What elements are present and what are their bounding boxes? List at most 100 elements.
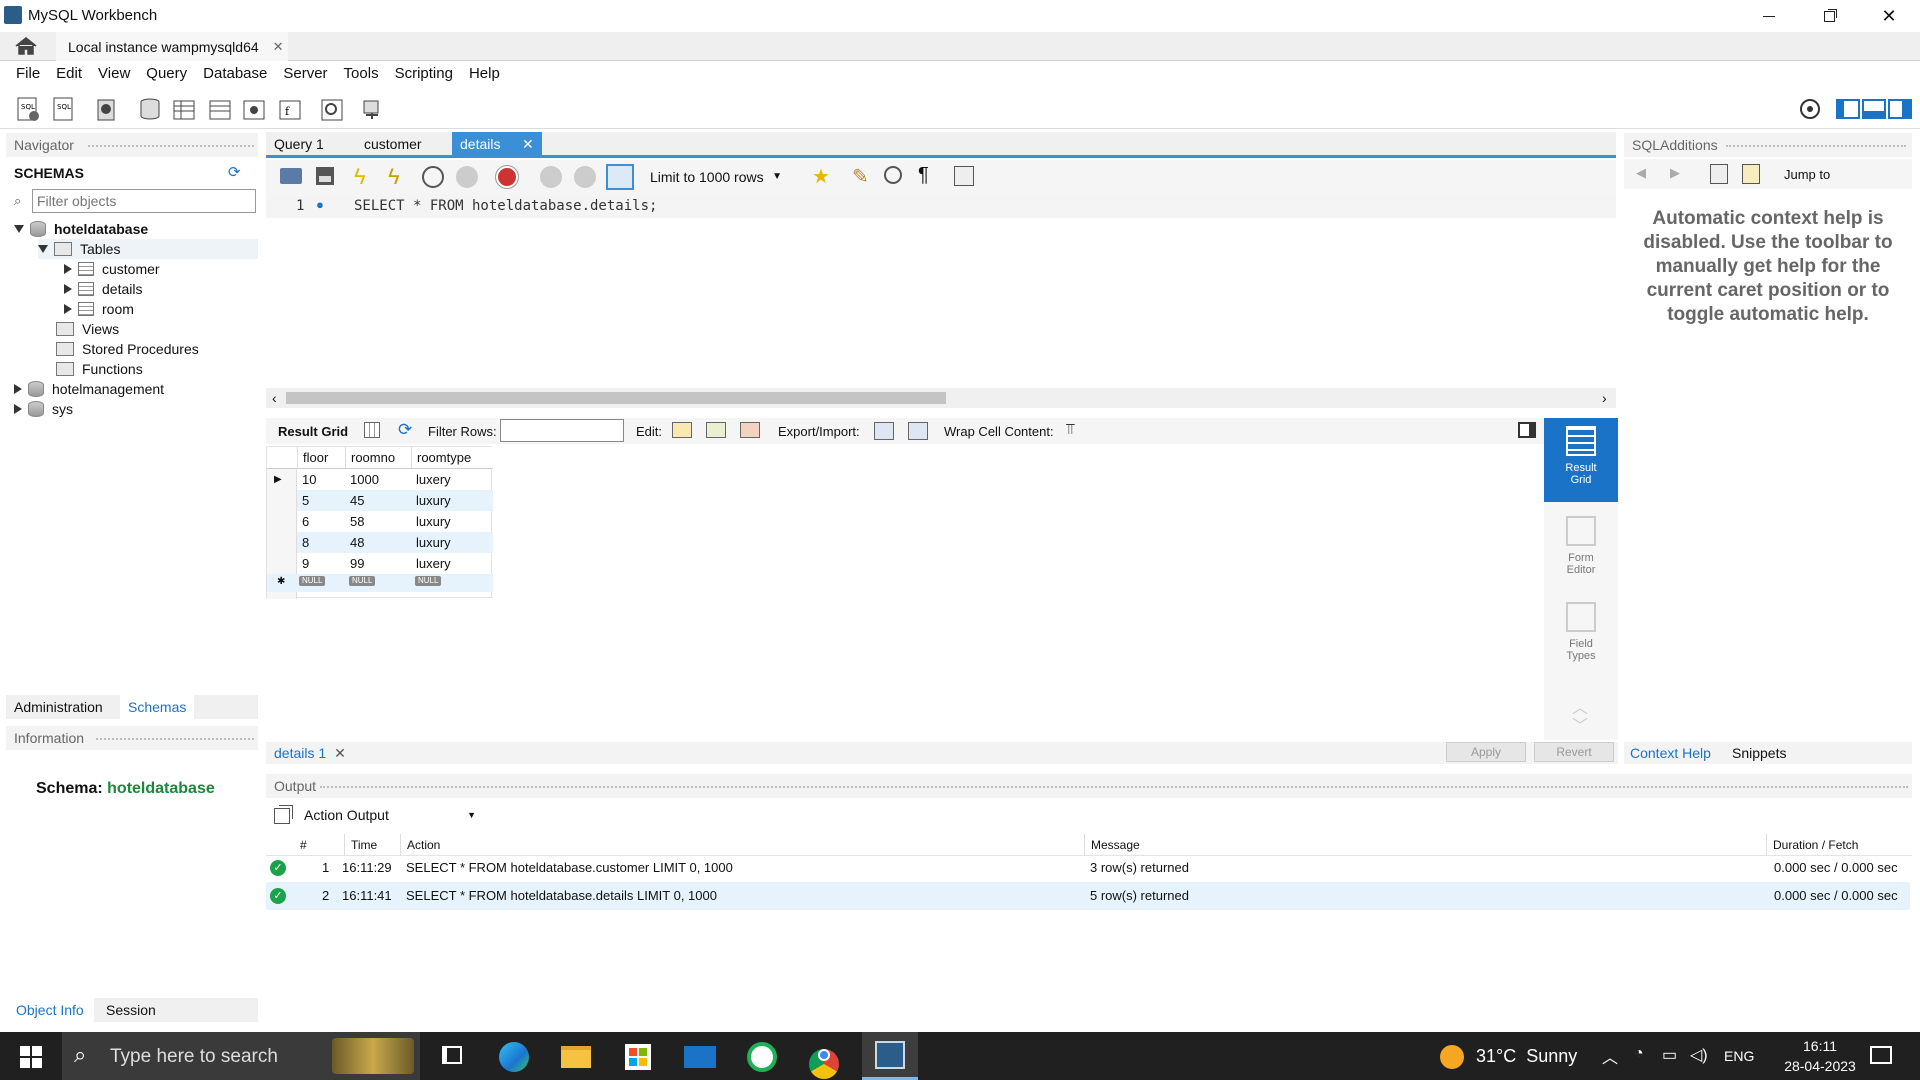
edit-row-icon[interactable]: [672, 422, 692, 438]
close-tab-icon[interactable]: ✕: [273, 39, 284, 55]
expand-icon[interactable]: [14, 404, 22, 414]
jump-to-select[interactable]: Jump to: [1784, 167, 1830, 182]
tab-query-1[interactable]: Query 1: [266, 132, 332, 156]
clock-date[interactable]: 28-04-2023: [1770, 1058, 1870, 1074]
battery-icon[interactable]: ▭: [1662, 1045, 1677, 1065]
tab-object-info[interactable]: Object Info: [6, 998, 94, 1022]
menu-file[interactable]: File: [8, 61, 48, 87]
grid-view-icon[interactable]: [364, 422, 380, 438]
column-header-roomno[interactable]: roomno: [345, 447, 411, 468]
table-row[interactable]: 5 45 luxury: [297, 490, 493, 511]
network-icon[interactable]: ◔: [1634, 1045, 1644, 1063]
wrap-lines-icon[interactable]: [954, 166, 974, 186]
menu-scripting[interactable]: Scripting: [387, 61, 461, 87]
field-types-button[interactable]: Field Types: [1544, 596, 1618, 666]
new-row[interactable]: ✱ NULL NULL NULL: [267, 574, 493, 592]
toggle-panel-icon[interactable]: [1518, 422, 1536, 438]
mail-icon[interactable]: [680, 1040, 720, 1072]
start-windows-icon[interactable]: [20, 1046, 42, 1068]
table-row[interactable]: 8 48 luxury: [297, 532, 493, 553]
table-row[interactable]: 6 58 luxury: [297, 511, 493, 532]
tab-snippets[interactable]: Snippets: [1732, 745, 1786, 761]
form-editor-button[interactable]: Form Editor: [1544, 510, 1618, 580]
expand-icon[interactable]: [14, 384, 22, 394]
table-row[interactable]: 9 99 luxery: [297, 553, 493, 574]
tree-db-hoteldatabase[interactable]: hoteldatabase: [14, 219, 148, 239]
tab-details-1[interactable]: details 1 ✕: [274, 745, 346, 762]
task-view-icon[interactable]: [432, 1040, 472, 1072]
create-schema-icon[interactable]: [136, 95, 164, 123]
search-table-data-icon[interactable]: [318, 95, 346, 123]
auto-help-icon[interactable]: [1742, 164, 1760, 184]
notifications-icon[interactable]: [1870, 1046, 1892, 1064]
rollback-icon[interactable]: [574, 166, 596, 188]
column-header-roomtype[interactable]: roomtype: [411, 447, 493, 468]
create-view-icon[interactable]: [206, 95, 234, 123]
expand-icon[interactable]: [64, 284, 72, 294]
add-row-icon[interactable]: [706, 422, 726, 438]
delete-row-icon[interactable]: [740, 422, 760, 438]
apply-button[interactable]: Apply: [1446, 742, 1526, 762]
edge-icon[interactable]: [494, 1040, 534, 1072]
scrollbar-thumb[interactable]: [286, 392, 946, 404]
minimize-button[interactable]: [1740, 0, 1798, 32]
sql-editor[interactable]: 1 ● SELECT * FROM hoteldatabase.details;: [266, 194, 1616, 382]
scroll-down-icon[interactable]: ﹀: [1572, 712, 1588, 736]
menu-view[interactable]: View: [90, 61, 138, 87]
layout-toggle-sqladditions-icon[interactable]: [1888, 99, 1912, 119]
wrap-cell-icon[interactable]: ⫪: [1066, 421, 1074, 438]
refresh-schemas-icon[interactable]: ⟳: [228, 163, 241, 181]
close-tab-icon[interactable]: ✕: [522, 132, 534, 156]
add-snippet-star-icon[interactable]: ★: [812, 164, 830, 189]
invisible-chars-icon[interactable]: ¶: [918, 164, 929, 187]
output-row[interactable]: ✓ 2 16:11:41 SELECT * FROM hoteldatabase…: [266, 882, 1910, 910]
beautify-brush-icon[interactable]: ✎: [852, 164, 869, 189]
table-row[interactable]: 10 1000 luxery: [297, 469, 493, 490]
show-hidden-icons[interactable]: ︿: [1602, 1044, 1618, 1068]
open-file-icon[interactable]: [280, 168, 302, 184]
menu-server[interactable]: Server: [275, 61, 335, 87]
explain-icon[interactable]: [422, 166, 444, 188]
tree-views[interactable]: Views: [56, 319, 119, 339]
reconnect-icon[interactable]: [358, 95, 386, 123]
mysql-workbench-task-icon[interactable]: [862, 1032, 918, 1080]
new-sql-tab-icon[interactable]: SQL: [14, 95, 42, 123]
tab-schemas[interactable]: Schemas: [120, 695, 195, 719]
tree-functions[interactable]: Functions: [56, 359, 143, 379]
commit-icon[interactable]: [540, 166, 562, 188]
import-icon[interactable]: [908, 422, 928, 440]
tree-table-details[interactable]: details: [64, 279, 142, 299]
create-procedure-icon[interactable]: [240, 95, 268, 123]
tree-table-customer[interactable]: customer: [64, 259, 160, 279]
tab-context-help[interactable]: Context Help: [1630, 745, 1711, 761]
manual-help-icon[interactable]: [1710, 164, 1728, 184]
refresh-icon[interactable]: ⟳: [398, 420, 412, 440]
inspector-icon[interactable]: [92, 95, 120, 123]
open-sql-script-icon[interactable]: SQL: [50, 95, 78, 123]
filter-rows-input[interactable]: [500, 419, 624, 442]
language-indicator[interactable]: ENG: [1724, 1048, 1754, 1064]
close-window-button[interactable]: ✕: [1860, 0, 1918, 32]
settings-gear-icon[interactable]: [1796, 95, 1824, 123]
expand-icon[interactable]: [64, 304, 72, 314]
collapse-icon[interactable]: [14, 225, 24, 233]
execute-icon[interactable]: ϟ: [354, 164, 366, 190]
menu-database[interactable]: Database: [195, 61, 275, 87]
tree-tables[interactable]: Tables: [38, 239, 258, 259]
home-icon[interactable]: [14, 36, 38, 56]
output-type-select[interactable]: Action Output ▼: [300, 804, 480, 826]
layout-toggle-output-icon[interactable]: [1862, 99, 1886, 119]
tree-stored-procedures[interactable]: Stored Procedures: [56, 339, 199, 359]
tab-administration[interactable]: Administration: [14, 699, 103, 715]
find-icon[interactable]: [884, 166, 902, 184]
layout-toggle-sidebar-icon[interactable]: [1836, 99, 1860, 119]
collapse-icon[interactable]: [38, 245, 48, 253]
menu-query[interactable]: Query: [138, 61, 195, 87]
save-icon[interactable]: [316, 167, 334, 185]
column-header-floor[interactable]: floor: [297, 447, 345, 468]
tree-db-hotelmanagement[interactable]: hotelmanagement: [14, 379, 164, 399]
limit-rows-select[interactable]: Limit to 1000 rows ▼: [646, 166, 786, 188]
forward-icon[interactable]: ▶: [1670, 165, 1680, 181]
whatsapp-icon[interactable]: [742, 1040, 782, 1072]
restore-button[interactable]: [1800, 0, 1858, 32]
